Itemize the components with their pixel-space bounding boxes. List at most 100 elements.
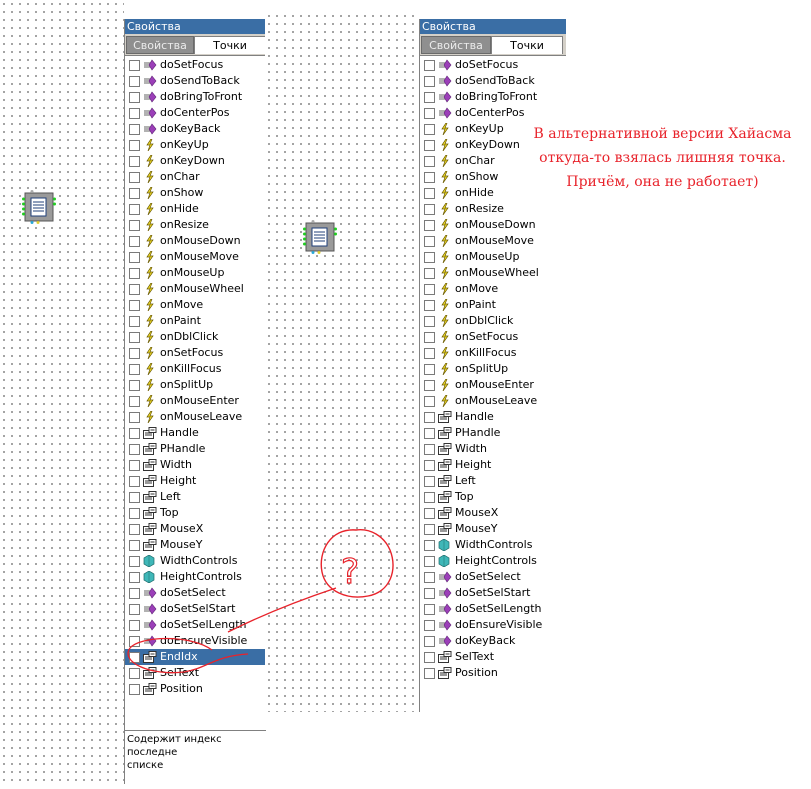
point-checkbox[interactable]	[424, 156, 435, 167]
point-item-on-mouse-leave[interactable]: onMouseLeave	[125, 409, 266, 425]
point-item-position[interactable]: Position	[125, 681, 266, 697]
point-checkbox[interactable]	[129, 396, 140, 407]
point-item-on-mouse-down[interactable]: onMouseDown	[125, 233, 266, 249]
point-item-do-ensure-visible[interactable]: doEnsureVisible	[125, 633, 266, 649]
tab-points[interactable]: Точки	[194, 36, 266, 54]
point-checkbox[interactable]	[424, 380, 435, 391]
point-checkbox[interactable]	[424, 620, 435, 631]
point-item-on-kill-focus[interactable]: onKillFocus	[420, 345, 566, 361]
point-checkbox[interactable]	[129, 204, 140, 215]
point-item-on-split-up[interactable]: onSplitUp	[125, 377, 266, 393]
point-checkbox[interactable]	[424, 188, 435, 199]
point-checkbox[interactable]	[424, 252, 435, 263]
point-item-phandle[interactable]: PHandle	[125, 441, 266, 457]
point-checkbox[interactable]	[129, 332, 140, 343]
point-checkbox[interactable]	[129, 60, 140, 71]
point-checkbox[interactable]	[424, 412, 435, 423]
point-checkbox[interactable]	[424, 668, 435, 679]
point-item-do-bring-to-front[interactable]: doBringToFront	[420, 89, 566, 105]
point-item-on-dbl-click[interactable]: onDblClick	[420, 313, 566, 329]
point-item-on-kill-focus[interactable]: onKillFocus	[125, 361, 266, 377]
point-item-mouse-x[interactable]: MouseX	[125, 521, 266, 537]
point-checkbox[interactable]	[129, 556, 140, 567]
point-checkbox[interactable]	[129, 316, 140, 327]
point-item-handle[interactable]: Handle	[420, 409, 566, 425]
point-checkbox[interactable]	[129, 636, 140, 647]
point-checkbox[interactable]	[424, 92, 435, 103]
point-item-on-paint[interactable]: onPaint	[420, 297, 566, 313]
point-item-on-mouse-wheel[interactable]: onMouseWheel	[420, 265, 566, 281]
point-checkbox[interactable]	[129, 540, 140, 551]
point-item-width[interactable]: Width	[420, 441, 566, 457]
point-checkbox[interactable]	[129, 140, 140, 151]
point-item-on-mouse-wheel[interactable]: onMouseWheel	[125, 281, 266, 297]
point-item-do-send-to-back[interactable]: doSendToBack	[420, 73, 566, 89]
point-checkbox[interactable]	[424, 492, 435, 503]
point-item-do-set-sel-length[interactable]: doSetSelLength	[420, 601, 566, 617]
point-item-on-mouse-leave[interactable]: onMouseLeave	[420, 393, 566, 409]
point-checkbox[interactable]	[424, 524, 435, 535]
point-checkbox[interactable]	[129, 188, 140, 199]
point-item-do-center-pos[interactable]: doCenterPos	[420, 105, 566, 121]
point-checkbox[interactable]	[129, 172, 140, 183]
point-checkbox[interactable]	[129, 364, 140, 375]
point-item-do-set-select[interactable]: doSetSelect	[420, 569, 566, 585]
point-checkbox[interactable]	[424, 284, 435, 295]
point-checkbox[interactable]	[129, 588, 140, 599]
point-item-phandle[interactable]: PHandle	[420, 425, 566, 441]
point-item-on-move[interactable]: onMove	[125, 297, 266, 313]
point-checkbox[interactable]	[129, 444, 140, 455]
point-checkbox[interactable]	[129, 684, 140, 695]
point-item-mouse-y[interactable]: MouseY	[420, 521, 566, 537]
point-checkbox[interactable]	[129, 76, 140, 87]
point-item-width-controls[interactable]: WidthControls	[125, 553, 266, 569]
point-item-sel-text[interactable]: SelText	[125, 665, 266, 681]
point-checkbox[interactable]	[129, 668, 140, 679]
point-checkbox[interactable]	[129, 236, 140, 247]
point-item-on-resize[interactable]: onResize	[125, 217, 266, 233]
point-item-on-mouse-enter[interactable]: onMouseEnter	[125, 393, 266, 409]
point-checkbox[interactable]	[424, 348, 435, 359]
point-checkbox[interactable]	[129, 572, 140, 583]
point-item-on-paint[interactable]: onPaint	[125, 313, 266, 329]
point-item-sel-text[interactable]: SelText	[420, 649, 566, 665]
point-checkbox[interactable]	[424, 556, 435, 567]
point-checkbox[interactable]	[424, 588, 435, 599]
point-item-on-show[interactable]: onShow	[125, 185, 266, 201]
tab-points[interactable]: Точки	[491, 36, 563, 54]
point-item-height-controls[interactable]: HeightControls	[420, 553, 566, 569]
point-checkbox[interactable]	[424, 316, 435, 327]
point-item-on-key-up[interactable]: onKeyUp	[125, 137, 266, 153]
point-item-top[interactable]: Top	[125, 505, 266, 521]
design-canvas-right[interactable]	[265, 12, 420, 712]
point-checkbox[interactable]	[129, 348, 140, 359]
point-checkbox[interactable]	[129, 412, 140, 423]
point-checkbox[interactable]	[424, 444, 435, 455]
point-checkbox[interactable]	[129, 156, 140, 167]
point-item-height[interactable]: Height	[420, 457, 566, 473]
point-checkbox[interactable]	[424, 572, 435, 583]
point-checkbox[interactable]	[129, 620, 140, 631]
point-item-do-set-focus[interactable]: doSetFocus	[125, 57, 266, 73]
point-checkbox[interactable]	[424, 332, 435, 343]
point-checkbox[interactable]	[424, 60, 435, 71]
point-item-do-ensure-visible[interactable]: doEnsureVisible	[420, 617, 566, 633]
point-checkbox[interactable]	[129, 524, 140, 535]
point-item-on-set-focus[interactable]: onSetFocus	[125, 345, 266, 361]
point-checkbox[interactable]	[424, 300, 435, 311]
point-item-do-set-sel-start[interactable]: doSetSelStart	[125, 601, 266, 617]
point-item-on-mouse-up[interactable]: onMouseUp	[420, 249, 566, 265]
point-item-on-mouse-down[interactable]: onMouseDown	[420, 217, 566, 233]
point-item-do-set-focus[interactable]: doSetFocus	[420, 57, 566, 73]
point-item-on-set-focus[interactable]: onSetFocus	[420, 329, 566, 345]
point-checkbox[interactable]	[129, 460, 140, 471]
point-item-left[interactable]: Left	[125, 489, 266, 505]
point-item-height[interactable]: Height	[125, 473, 266, 489]
point-checkbox[interactable]	[424, 236, 435, 247]
point-checkbox[interactable]	[424, 268, 435, 279]
tab-properties[interactable]: Свойства	[126, 36, 194, 54]
point-item-do-send-to-back[interactable]: doSendToBack	[125, 73, 266, 89]
point-item-handle[interactable]: Handle	[125, 425, 266, 441]
listbox-component-left[interactable]	[22, 190, 56, 224]
point-item-mouse-x[interactable]: MouseX	[420, 505, 566, 521]
